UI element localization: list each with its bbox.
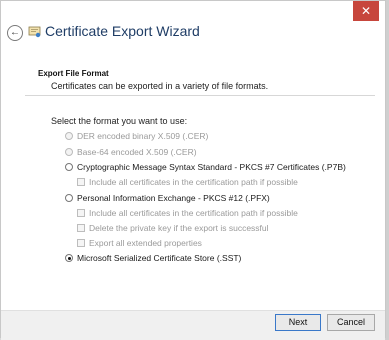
- section-subtitle: Certificates can be exported in a variet…: [51, 81, 269, 91]
- radio-button[interactable]: [65, 194, 73, 202]
- radio-pkcs7-p7b[interactable]: Cryptographic Message Syntax Standard - …: [65, 162, 346, 172]
- checkbox[interactable]: [77, 178, 85, 186]
- radio-der-cer[interactable]: DER encoded binary X.509 (.CER): [65, 131, 208, 141]
- radio-button[interactable]: [65, 163, 73, 171]
- window-title: Certificate Export Wizard: [45, 23, 200, 39]
- certificate-icon: [28, 26, 41, 38]
- checkbox-delete-private-key[interactable]: Delete the private key if the export is …: [77, 223, 269, 233]
- checkbox-include-all-pfx[interactable]: Include all certificates in the certific…: [77, 208, 298, 218]
- option-label: Personal Information Exchange - PKCS #12…: [77, 193, 270, 203]
- close-button[interactable]: ✕: [353, 1, 379, 21]
- back-arrow-icon: ←: [10, 27, 20, 38]
- radio-base64-cer[interactable]: Base-64 encoded X.509 (.CER): [65, 147, 197, 157]
- dialog-window: ✕ ← Certificate Export Wizard Export Fil…: [0, 0, 386, 340]
- option-label: Microsoft Serialized Certificate Store (…: [77, 253, 242, 263]
- checkbox[interactable]: [77, 224, 85, 232]
- checkbox-export-extended-properties[interactable]: Export all extended properties: [77, 238, 202, 248]
- close-icon: ✕: [360, 4, 372, 18]
- radio-button[interactable]: [65, 254, 73, 262]
- radio-button[interactable]: [65, 148, 73, 156]
- option-label: Include all certificates in the certific…: [89, 177, 298, 187]
- checkbox-include-all-p7b[interactable]: Include all certificates in the certific…: [77, 177, 298, 187]
- option-label: Export all extended properties: [89, 238, 202, 248]
- option-label: Base-64 encoded X.509 (.CER): [77, 147, 197, 157]
- radio-pkcs12-pfx[interactable]: Personal Information Exchange - PKCS #12…: [65, 193, 270, 203]
- checkbox[interactable]: [77, 239, 85, 247]
- option-label: Include all certificates in the certific…: [89, 208, 298, 218]
- cancel-button[interactable]: Cancel: [327, 314, 375, 331]
- format-prompt: Select the format you want to use:: [51, 116, 188, 126]
- section-header: [25, 63, 375, 96]
- radio-sst[interactable]: Microsoft Serialized Certificate Store (…: [65, 253, 241, 263]
- back-button[interactable]: ←: [7, 25, 23, 41]
- option-label: DER encoded binary X.509 (.CER): [77, 131, 209, 141]
- radio-button[interactable]: [65, 132, 73, 140]
- next-button[interactable]: Next: [275, 314, 321, 331]
- section-title: Export File Format: [38, 69, 109, 78]
- option-label: Delete the private key if the export is …: [89, 223, 269, 233]
- option-label: Cryptographic Message Syntax Standard - …: [77, 162, 346, 172]
- checkbox[interactable]: [77, 209, 85, 217]
